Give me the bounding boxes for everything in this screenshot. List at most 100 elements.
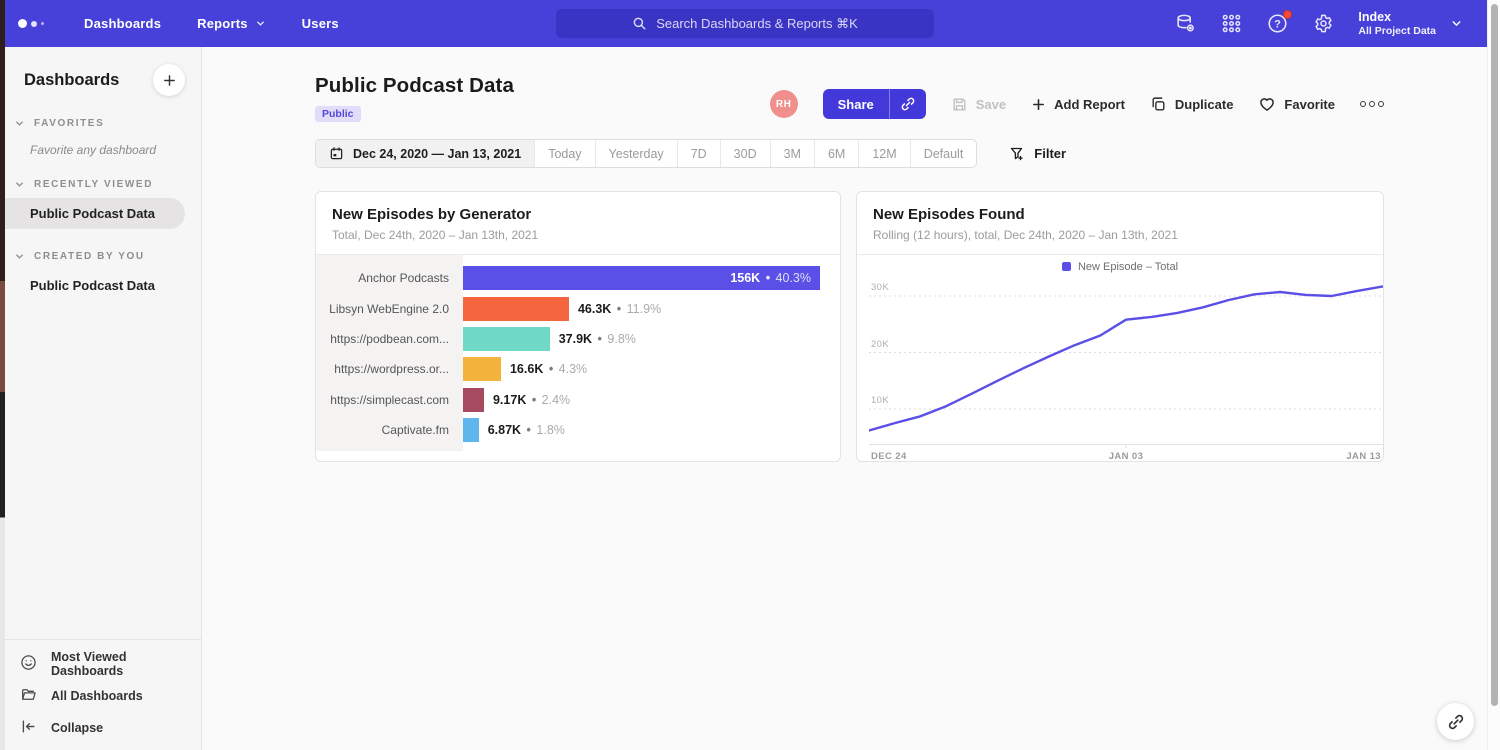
bar[interactable]: [463, 418, 479, 442]
bar-value-label: 46.3K • 11.9%: [578, 302, 661, 316]
collapse-icon: [20, 718, 37, 738]
sidebar-item-public-podcast-data[interactable]: Public Podcast Data: [0, 198, 185, 229]
nav-item-reports[interactable]: Reports: [197, 16, 266, 31]
window-scrollbar[interactable]: [1487, 0, 1500, 750]
save-icon: [951, 96, 968, 113]
chevron-down-icon: [1450, 17, 1463, 30]
top-navbar: Dashboards Reports Users Search Dashboards…: [0, 0, 1487, 47]
report-cards: New Episodes by Generator Total, Dec 24t…: [315, 191, 1384, 462]
x-axis-tick: DEC 24: [871, 451, 907, 462]
filter-button[interactable]: Filter: [1009, 146, 1066, 162]
card-subtitle: Rolling (12 hours), total, Dec 24th, 202…: [873, 228, 1367, 242]
share-button-label[interactable]: Share: [823, 89, 889, 119]
bar[interactable]: [463, 327, 550, 351]
footer-item-all-dashboards[interactable]: All Dashboards: [0, 680, 201, 712]
visibility-badge: Public: [315, 106, 361, 122]
save-label: Save: [976, 97, 1006, 112]
card-title: New Episodes by Generator: [332, 206, 824, 223]
share-button[interactable]: Share: [823, 89, 926, 119]
help-icon[interactable]: ?: [1266, 13, 1288, 35]
duplicate-label: Duplicate: [1175, 97, 1234, 112]
date-preset-yesterday[interactable]: Yesterday: [595, 140, 677, 167]
project-name: Index: [1358, 10, 1436, 25]
favorite-button[interactable]: Favorite: [1258, 95, 1335, 113]
x-axis-labels: DEC 24JAN 03JAN 13: [869, 448, 1383, 462]
bar-track: 16.6K • 4.3%: [463, 357, 820, 381]
main-content: Public Podcast Data Public RH Share Save: [202, 47, 1487, 750]
logo-dot: [41, 22, 44, 25]
section-header-favorites[interactable]: FAVORITES: [0, 118, 201, 129]
date-preset-30d[interactable]: 30D: [720, 140, 770, 167]
nav-item-users[interactable]: Users: [302, 16, 339, 31]
nav-item-label: Dashboards: [84, 16, 161, 31]
chart-legend: New Episode – Total: [857, 255, 1383, 278]
search-icon: [632, 16, 647, 31]
footer-item-label: All Dashboards: [51, 689, 143, 703]
heart-icon: [1258, 95, 1276, 113]
date-preset-today[interactable]: Today: [534, 140, 594, 167]
more-options-button[interactable]: [1360, 101, 1384, 107]
nav-item-label: Reports: [197, 16, 248, 31]
link-icon: [1447, 713, 1465, 731]
bar-value-label: 6.87K • 1.8%: [488, 423, 565, 437]
chevron-down-icon: [14, 118, 25, 129]
y-axis-tick: 20K: [871, 339, 889, 350]
filter-funnel-icon: [1009, 146, 1025, 162]
footer-item-most-viewed-dashboards[interactable]: Most Viewed Dashboards: [0, 648, 201, 680]
scrollbar-thumb[interactable]: [1491, 4, 1498, 706]
toolbar: Dec 24, 2020 — Jan 13, 2021 TodayYesterd…: [315, 139, 1384, 168]
save-button[interactable]: Save: [951, 96, 1006, 113]
date-preset-6m[interactable]: 6M: [814, 140, 858, 167]
add-dashboard-button[interactable]: [153, 64, 185, 96]
bar-category-label: Captivate.fm: [316, 423, 463, 437]
date-preset-12m[interactable]: 12M: [858, 140, 909, 167]
add-report-button[interactable]: Add Report: [1031, 97, 1125, 112]
share-link-fab[interactable]: [1437, 703, 1474, 740]
date-range-picker[interactable]: Dec 24, 2020 — Jan 13, 2021: [316, 140, 534, 167]
search-input[interactable]: Search Dashboards & Reports ⌘K: [556, 9, 934, 38]
add-report-label: Add Report: [1054, 97, 1125, 112]
section-label: FAVORITES: [34, 118, 104, 129]
bar[interactable]: [463, 357, 501, 381]
nav-item-dashboards[interactable]: Dashboards: [84, 16, 161, 31]
project-switcher[interactable]: Index All Project Data: [1358, 10, 1463, 38]
legend-swatch: [1062, 262, 1071, 271]
navbar-right: ? Index All Project Data: [1174, 10, 1487, 38]
filter-label: Filter: [1034, 146, 1066, 161]
bar-row: https://wordpress.or...16.6K • 4.3%: [316, 354, 840, 384]
date-preset-3m[interactable]: 3M: [770, 140, 814, 167]
footer-item-collapse[interactable]: Collapse: [0, 712, 201, 744]
date-preset-default[interactable]: Default: [910, 140, 977, 167]
chevron-down-icon: [255, 18, 266, 29]
bar-track: 37.9K • 9.8%: [463, 327, 820, 351]
copy-link-button[interactable]: [889, 89, 926, 119]
bar-row: Libsyn WebEngine 2.046.3K • 11.9%: [316, 293, 840, 323]
bar[interactable]: [463, 297, 569, 321]
footer-item-label: Most Viewed Dashboards: [51, 650, 201, 678]
settings-gear-icon[interactable]: [1312, 13, 1334, 35]
app-logo[interactable]: [18, 19, 62, 28]
duplicate-button[interactable]: Duplicate: [1150, 96, 1234, 113]
page-header: Public Podcast Data Public RH Share Save: [315, 47, 1384, 139]
data-sources-icon[interactable]: [1174, 13, 1196, 35]
bar-value-label: 16.6K • 4.3%: [510, 362, 587, 376]
sidebar-item-public-podcast-data[interactable]: Public Podcast Data: [0, 270, 201, 301]
date-preset-7d[interactable]: 7D: [677, 140, 720, 167]
section-header-recently-viewed[interactable]: RECENTLY VIEWED: [0, 179, 201, 190]
bar-value-label: 9.17K • 2.4%: [493, 393, 570, 407]
avatar[interactable]: RH: [770, 90, 798, 118]
section-label: CREATED BY YOU: [34, 251, 145, 262]
section-header-created-by-you[interactable]: CREATED BY YOU: [0, 251, 201, 262]
bar-value-label: 37.9K • 9.8%: [559, 332, 636, 346]
nav-item-label: Users: [302, 16, 339, 31]
bar[interactable]: 156K • 40.3%: [463, 266, 820, 290]
card-title: New Episodes Found: [873, 206, 1367, 223]
bar[interactable]: [463, 388, 484, 412]
apps-grid-icon[interactable]: [1220, 13, 1242, 35]
footer-item-label: Collapse: [51, 721, 103, 735]
x-axis-tick: JAN 13: [1346, 451, 1381, 462]
date-range-bar: Dec 24, 2020 — Jan 13, 2021 TodayYesterd…: [315, 139, 977, 168]
legend-label: New Episode – Total: [1078, 261, 1178, 273]
bar-track: 156K • 40.3%: [463, 266, 820, 290]
date-range-label: Dec 24, 2020 — Jan 13, 2021: [353, 147, 521, 161]
